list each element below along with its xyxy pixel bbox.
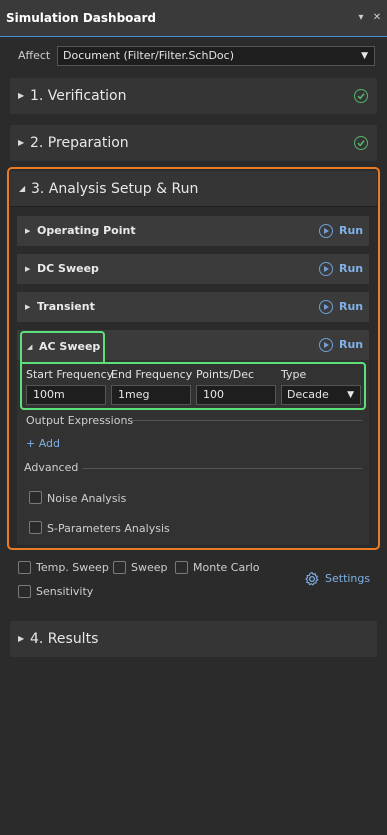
run-label: Run bbox=[339, 224, 364, 237]
triangle-down-icon: ◢ bbox=[27, 343, 33, 351]
title-divider bbox=[0, 36, 387, 37]
triangle-right-icon: ▶ bbox=[18, 138, 25, 147]
close-icon[interactable]: ✕ bbox=[369, 9, 385, 27]
chevron-down-icon: ▼ bbox=[361, 51, 368, 61]
play-circle-icon bbox=[319, 262, 333, 276]
ac-sweep-run-button[interactable]: Run bbox=[319, 337, 364, 353]
operating-point-label: Operating Point bbox=[37, 224, 136, 237]
play-circle-icon bbox=[319, 300, 333, 314]
type-label: Type bbox=[281, 368, 307, 381]
play-circle-icon bbox=[319, 338, 333, 352]
points-per-dec-label: Points/Dec bbox=[196, 368, 255, 381]
triangle-right-icon: ▶ bbox=[25, 303, 31, 311]
triangle-right-icon: ▶ bbox=[18, 634, 25, 643]
dc-sweep-label: DC Sweep bbox=[37, 262, 99, 275]
triangle-right-icon: ▶ bbox=[25, 265, 31, 273]
output-expressions-divider bbox=[130, 420, 362, 421]
add-expression-link[interactable]: + Add bbox=[26, 436, 60, 451]
analysis-dc-sweep[interactable]: ▶ DC Sweep Run bbox=[17, 254, 369, 284]
sweep-label: Sweep bbox=[131, 561, 168, 574]
run-label: Run bbox=[339, 262, 364, 275]
section-verification-label: 1. Verification bbox=[30, 88, 127, 104]
type-dropdown[interactable]: Decade ▼ bbox=[281, 385, 361, 405]
gear-icon bbox=[305, 571, 319, 586]
ac-sweep-label: AC Sweep bbox=[39, 340, 101, 353]
section-results[interactable]: ▶ 4. Results bbox=[10, 621, 377, 657]
start-frequency-input[interactable]: 100m bbox=[26, 385, 106, 405]
transient-label: Transient bbox=[37, 300, 95, 313]
type-value: Decade bbox=[287, 388, 329, 401]
s-parameters-label: S-Parameters Analysis bbox=[47, 522, 170, 535]
noise-analysis-label: Noise Analysis bbox=[47, 492, 127, 505]
triangle-down-icon: ◢ bbox=[19, 184, 26, 193]
section-preparation-label: 2. Preparation bbox=[30, 135, 129, 151]
advanced-label: Advanced bbox=[24, 461, 79, 474]
transient-run-button[interactable]: Run bbox=[319, 299, 364, 315]
sensitivity-checkbox[interactable] bbox=[18, 585, 31, 598]
triangle-right-icon: ▶ bbox=[18, 91, 25, 100]
check-circle-icon bbox=[354, 89, 368, 103]
section-results-label: 4. Results bbox=[30, 631, 99, 647]
start-frequency-label: Start Frequency bbox=[26, 368, 114, 381]
s-parameters-checkbox[interactable] bbox=[29, 521, 42, 534]
sweep-checkbox[interactable] bbox=[113, 561, 126, 574]
ac-sweep-header-highlight[interactable]: ◢ AC Sweep bbox=[20, 331, 105, 363]
settings-label: Settings bbox=[325, 572, 371, 585]
section-verification[interactable]: ▶ 1. Verification bbox=[10, 78, 377, 114]
section-preparation[interactable]: ▶ 2. Preparation bbox=[10, 125, 377, 161]
pin-menu-icon[interactable]: ▾ bbox=[353, 9, 369, 27]
affect-label: Affect bbox=[18, 49, 51, 62]
points-per-dec-input[interactable]: 100 bbox=[196, 385, 276, 405]
dc-sweep-run-button[interactable]: Run bbox=[319, 261, 364, 277]
affect-value: Document (Filter/Filter.SchDoc) bbox=[63, 49, 234, 62]
run-label: Run bbox=[339, 338, 364, 351]
settings-button[interactable]: Settings bbox=[304, 571, 371, 587]
triangle-right-icon: ▶ bbox=[25, 227, 31, 235]
analysis-operating-point[interactable]: ▶ Operating Point Run bbox=[17, 216, 369, 246]
temp-sweep-checkbox[interactable] bbox=[18, 561, 31, 574]
section-analysis-label: 3. Analysis Setup & Run bbox=[31, 181, 199, 197]
check-circle-icon bbox=[354, 136, 368, 150]
title-bar: Simulation Dashboard ▾ ✕ bbox=[0, 0, 387, 36]
window-title: Simulation Dashboard bbox=[6, 11, 157, 25]
output-expressions-label: Output Expressions bbox=[26, 414, 134, 427]
analysis-transient[interactable]: ▶ Transient Run bbox=[17, 292, 369, 322]
affect-dropdown[interactable]: Document (Filter/Filter.SchDoc) ▼ bbox=[57, 46, 375, 66]
section-analysis-setup[interactable]: ◢ 3. Analysis Setup & Run bbox=[10, 171, 377, 207]
play-circle-icon bbox=[319, 224, 333, 238]
operating-point-run-button[interactable]: Run bbox=[319, 223, 364, 239]
chevron-down-icon: ▼ bbox=[347, 390, 354, 400]
monte-carlo-checkbox[interactable] bbox=[175, 561, 188, 574]
monte-carlo-label: Monte Carlo bbox=[193, 561, 260, 574]
end-frequency-input[interactable]: 1meg bbox=[111, 385, 191, 405]
sensitivity-label: Sensitivity bbox=[36, 585, 94, 598]
advanced-divider bbox=[82, 468, 362, 469]
temp-sweep-label: Temp. Sweep bbox=[36, 561, 109, 574]
run-label: Run bbox=[339, 300, 364, 313]
end-frequency-label: End Frequency bbox=[111, 368, 193, 381]
noise-analysis-checkbox[interactable] bbox=[29, 491, 42, 504]
